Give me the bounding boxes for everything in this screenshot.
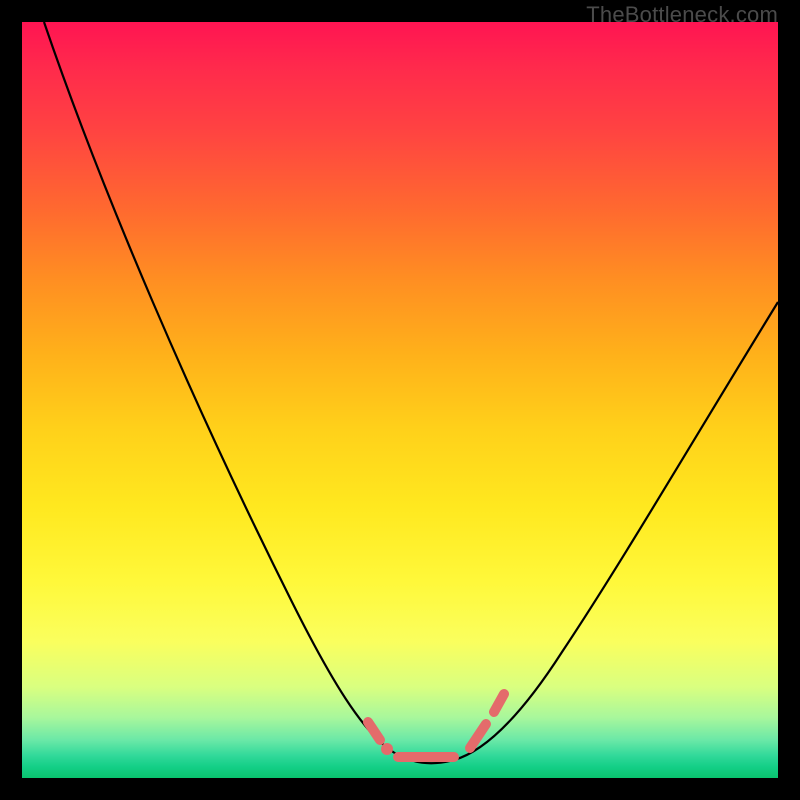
optimal-marker-dot-left [381, 743, 393, 755]
curve-svg [22, 22, 778, 778]
optimal-zone-right-upper [494, 694, 504, 712]
bottleneck-curve [44, 22, 778, 763]
watermark-text: TheBottleneck.com [586, 2, 778, 28]
optimal-zone-left [368, 722, 380, 740]
chart-frame: TheBottleneck.com [0, 0, 800, 800]
plot-area [22, 22, 778, 778]
